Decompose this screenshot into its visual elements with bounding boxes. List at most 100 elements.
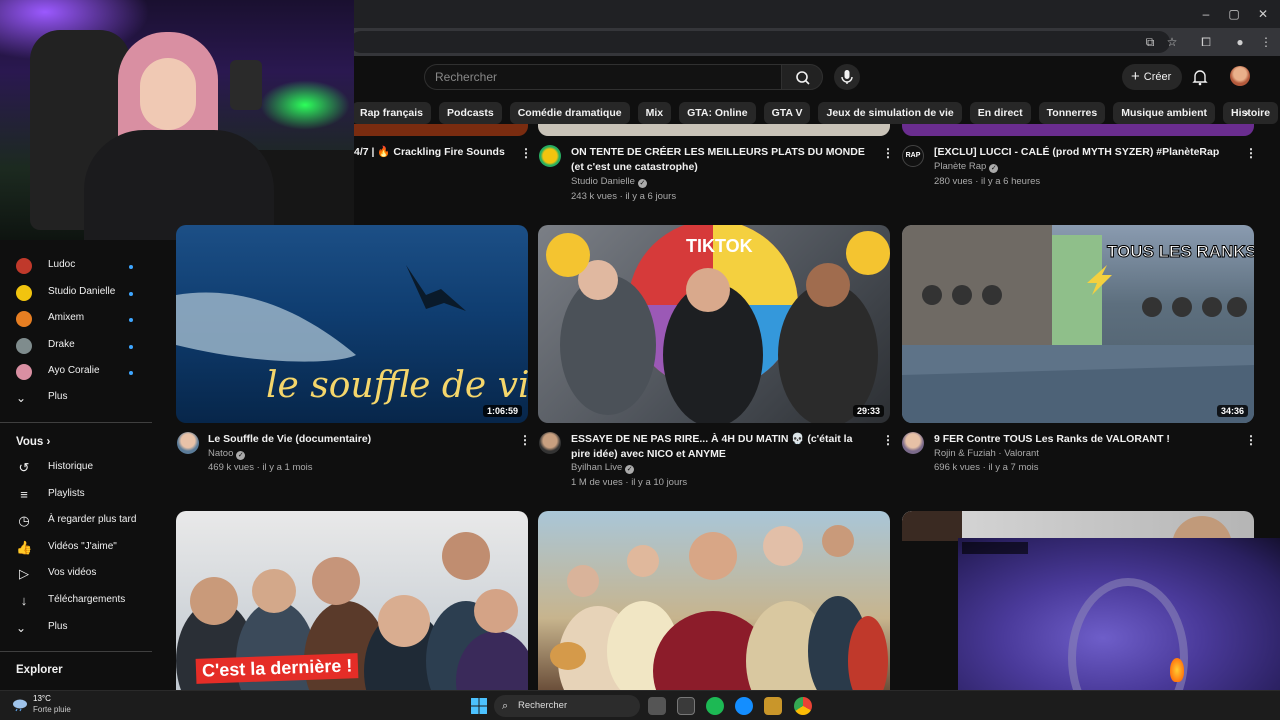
chevron-right-icon[interactable]: › (1244, 104, 1249, 120)
sidebar-item-label: Plus (48, 391, 68, 402)
streamer-body (84, 130, 274, 240)
channel-name[interactable]: Natoo ✓ (208, 447, 246, 461)
sidebar-item-watch-later[interactable]: ◷ À regarder plus tard (0, 509, 160, 535)
cast-icon[interactable]: ⧉ (1142, 34, 1158, 50)
video-thumbnail-essaye-de-ne-pas-rire[interactable]: TIKTOK 29:33 (538, 225, 890, 423)
streamer-face (140, 58, 196, 130)
new-content-dot (129, 291, 133, 296)
channel-avatar-planete-rap[interactable]: RAP (902, 145, 924, 167)
sidebar-item-partial[interactable] (0, 234, 160, 246)
filter-chip[interactable]: Comédie dramatique (509, 102, 630, 124)
windows-start-icon[interactable] (470, 697, 488, 715)
more-options-icon[interactable]: ⋮ (882, 147, 894, 159)
sidebar-subscription[interactable]: Drake (0, 334, 160, 360)
thumbnail-text: TIKTOK (686, 236, 753, 256)
filter-chip[interactable]: Mix (637, 102, 672, 124)
maximize-icon[interactable]: ▢ (1226, 6, 1242, 22)
search-button[interactable] (781, 64, 823, 90)
channel-avatar-byilhan[interactable] (539, 432, 561, 454)
verified-icon: ✓ (625, 465, 635, 474)
thumbnail-text: le souffle de vie (266, 365, 528, 406)
filter-chip[interactable]: Histoire (1222, 102, 1279, 124)
filter-chip[interactable]: GTA V (763, 102, 811, 124)
filter-chip[interactable]: GTA: Online (679, 102, 756, 124)
channel-avatar-natoo[interactable] (177, 432, 199, 454)
video-thumbnail-valorant[interactable]: TOUS LES RANKS 34:36 (902, 225, 1254, 423)
xbox-app-icon[interactable] (677, 697, 695, 715)
video-thumbnail-bottom-3[interactable] (902, 511, 1254, 541)
more-options-icon[interactable]: ⋮ (1245, 147, 1257, 159)
more-options-icon[interactable]: ⋮ (1245, 434, 1257, 446)
sidebar-subscription[interactable]: Ludoc (0, 254, 160, 280)
battlenet-icon[interactable] (735, 697, 753, 715)
sidebar-item-more[interactable]: ⌄ Plus (0, 386, 160, 412)
task-view-icon[interactable] (648, 697, 666, 715)
video-title-top-3[interactable]: [EXCLU] LUCCI - CALÉ (prod MYTH SYZER) #… (934, 145, 1234, 160)
sidebar-item-thumbs-up[interactable]: 👍 Vidéos "J'aime" (0, 536, 160, 562)
sidebar-item-downloads[interactable]: ↓ Téléchargements (0, 589, 160, 615)
more-options-icon[interactable]: ⋮ (519, 434, 531, 446)
channel-name[interactable]: Rojin & Fuziah · Valorant (934, 447, 1039, 461)
video-title[interactable]: Le Souffle de Vie (documentaire) (208, 432, 508, 447)
filter-chips-bar: Rap français Podcasts Comédie dramatique Mi… (352, 102, 1280, 124)
divider (0, 422, 152, 423)
sidebar-subscription[interactable]: Ayo Coralie (0, 360, 160, 386)
light-glow (260, 80, 350, 130)
create-label: Créer (1143, 71, 1172, 83)
create-button[interactable]: + Créer (1122, 64, 1182, 90)
more-options-icon[interactable]: ⋮ (520, 147, 532, 159)
video-title-top-1[interactable]: 4/7 | 🔥 Crackling Fire Sounds (354, 145, 524, 160)
voice-search-button[interactable] (834, 64, 860, 90)
video-thumbnail-top-3[interactable] (902, 124, 1254, 136)
menu-icon[interactable]: ⋮ (1258, 34, 1274, 50)
minimize-icon[interactable]: – (1198, 6, 1214, 22)
channel-name-text: Studio Danielle (571, 176, 635, 187)
more-options-icon[interactable]: ⋮ (882, 434, 894, 446)
sidebar-item-playlists[interactable]: ≡ Playlists (0, 483, 160, 509)
sidebar-item-your-videos[interactable]: ▷ Vos vidéos (0, 562, 160, 588)
video-title-top-2[interactable]: ON TENTE DE CRÉER LES MEILLEURS PLATS DU… (571, 145, 871, 175)
spotify-icon[interactable] (706, 697, 724, 715)
account-avatar[interactable] (1230, 66, 1250, 86)
channel-name-text: Planète Rap (934, 161, 987, 172)
address-bar[interactable] (350, 31, 1170, 53)
video-title[interactable]: 9 FER Contre TOUS Les Ranks de VALORANT … (934, 432, 1234, 447)
sidebar-subscription[interactable]: Amixem (0, 307, 160, 333)
channel-avatar-studio-danielle[interactable] (539, 145, 561, 167)
filter-chip[interactable]: Tonnerres (1038, 102, 1106, 124)
you-section-heading[interactable]: Vous › (16, 436, 50, 448)
video-thumbnail-souffle-de-vie[interactable]: le souffle de vie 1:06:59 (176, 225, 528, 423)
chevron-down-icon: ⌄ (16, 391, 27, 405)
filter-chip[interactable]: Musique ambient (1113, 102, 1215, 124)
channel-avatar-rojin-fuziah[interactable] (902, 432, 924, 454)
divider (0, 651, 152, 652)
chrome-icon[interactable] (794, 697, 812, 715)
world-of-warcraft-icon[interactable] (764, 697, 782, 715)
channel-name[interactable]: Planète Rap ✓ (934, 160, 999, 174)
video-thumbnail-top-2[interactable] (538, 124, 890, 136)
extensions-icon[interactable]: ⧠ (1198, 34, 1214, 50)
filter-chip[interactable]: Jeux de simulation de vie (818, 102, 962, 124)
channel-avatar (16, 258, 32, 274)
search-input[interactable]: Rechercher (424, 64, 782, 90)
filter-chip[interactable]: Podcasts (439, 102, 502, 124)
channel-avatar (16, 311, 32, 328)
sidebar-subscription[interactable]: Studio Danielle (0, 281, 160, 307)
notifications-bell-icon[interactable] (1191, 68, 1209, 86)
channel-name[interactable]: Byilhan Live ✓ (571, 461, 635, 475)
video-title[interactable]: ESSAYE DE NE PAS RIRE... À 4H DU MATIN 💀… (571, 432, 871, 462)
weather-condition[interactable]: Forte pluie (33, 705, 71, 714)
channel-name[interactable]: Studio Danielle ✓ (571, 175, 647, 189)
sidebar-item-more-2[interactable]: ⌄ Plus (0, 616, 160, 642)
sidebar-item-history[interactable]: ↺ Historique (0, 456, 160, 482)
your-videos-icon: ▷ (19, 566, 29, 582)
close-icon[interactable]: ✕ (1255, 6, 1271, 22)
taskbar-search[interactable]: ⌕ Rechercher (494, 695, 640, 717)
filter-chip[interactable]: Rap français (352, 102, 432, 124)
profile-icon[interactable]: ● (1232, 34, 1248, 50)
video-thumbnail-bottom-2[interactable] (538, 511, 890, 690)
video-thumbnail-bottom-1[interactable]: C'est la dernière ! (176, 511, 528, 690)
bookmark-star-icon[interactable]: ☆ (1164, 34, 1180, 50)
filter-chip[interactable]: En direct (969, 102, 1031, 124)
weather-temperature[interactable]: 13°C (33, 694, 51, 703)
